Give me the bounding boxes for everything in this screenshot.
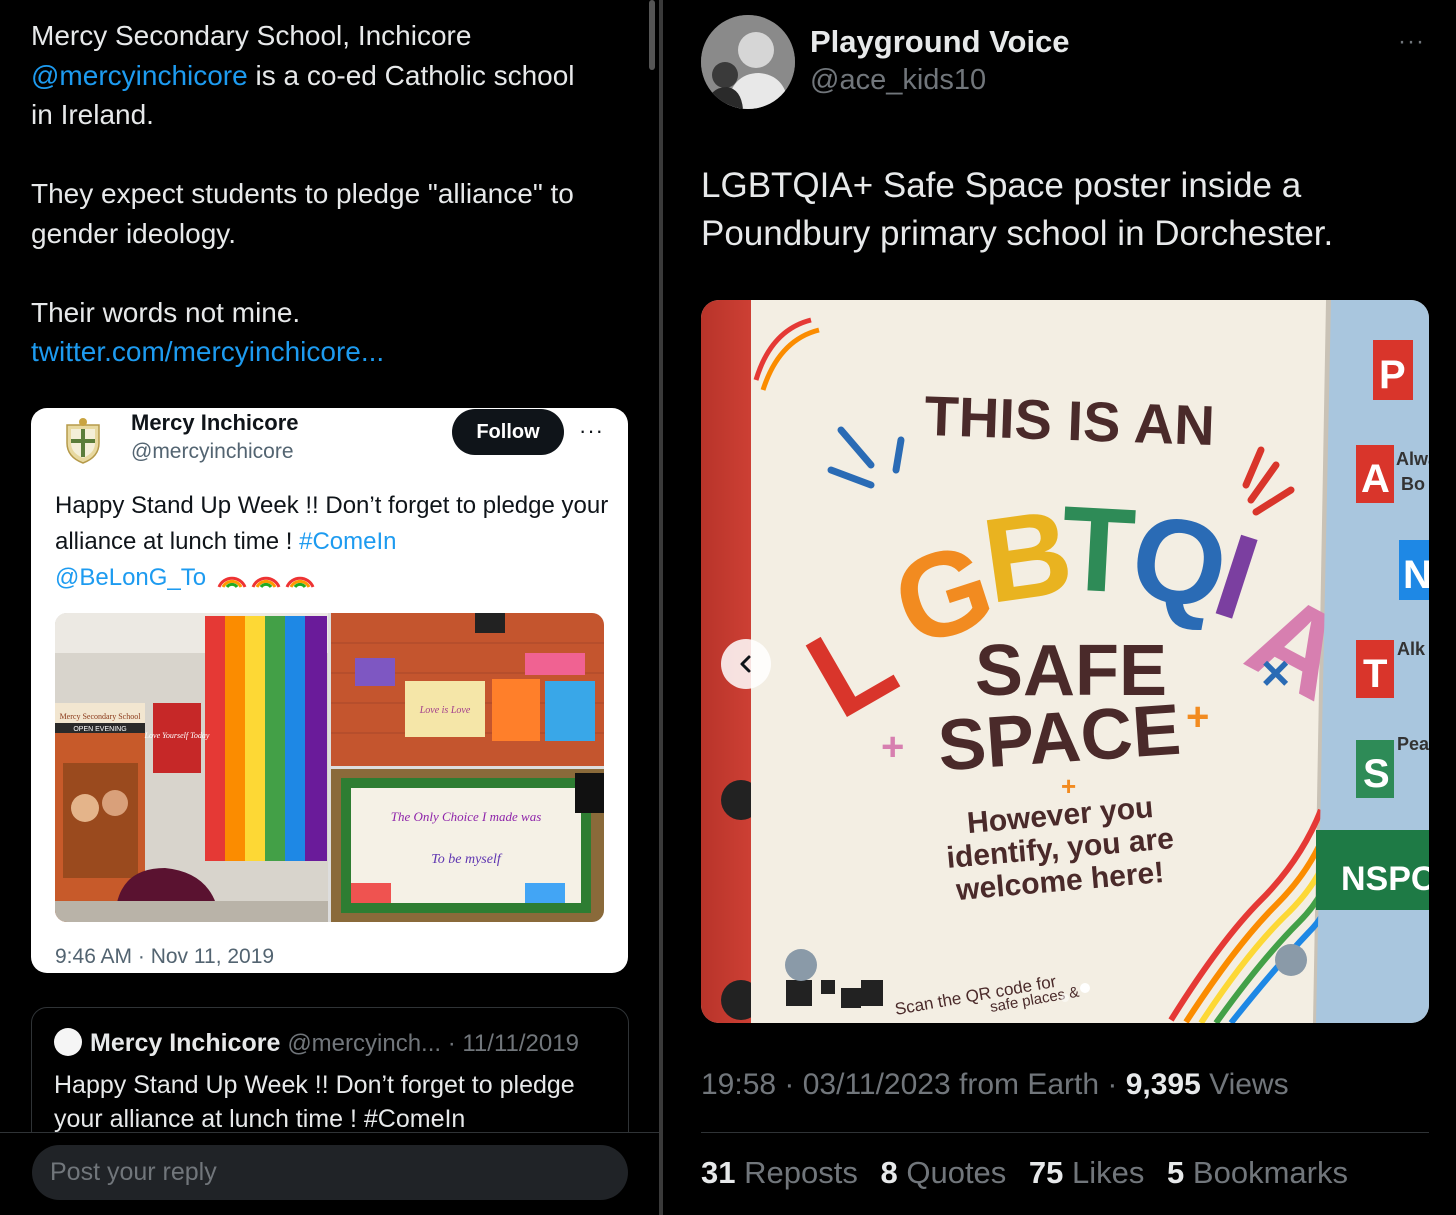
card-author-name[interactable]: Mercy Inchicore <box>131 410 299 436</box>
quoted-tweet-text: Happy Stand Up Week !! Don’t forget to p… <box>54 1071 575 1133</box>
quoted-tweet-header: Mercy Inchicore @mercyinch... · 11/11/20… <box>54 1028 579 1058</box>
banner-sub: OPEN EVENING <box>73 726 126 733</box>
quoted-avatar[interactable] <box>54 1028 82 1056</box>
side-letter-n: N <box>1403 553 1429 597</box>
tweet-meta: 19:58 · 03/11/2023 from Earth · 9,395 Vi… <box>701 1068 1289 1102</box>
author-handle[interactable]: @ace_kids10 <box>810 64 986 97</box>
poster-line1: THIS IS AN <box>923 384 1215 457</box>
left-panel: Mercy Secondary School, Inchicore @mercy… <box>0 0 660 1215</box>
banner-title: Mercy Secondary School <box>60 712 142 721</box>
side-letter-a: A <box>1361 457 1390 501</box>
nspcc-text: NSPC <box>1341 860 1429 898</box>
tweet-line: is a co-ed Catholic school <box>247 59 575 91</box>
love-sign: Love is Love <box>419 705 471 716</box>
views-count: 9,395 <box>1125 1068 1201 1101</box>
rainbow-icon <box>217 576 247 589</box>
svg-text:+: + <box>881 725 904 769</box>
svg-text:×: × <box>1261 645 1290 701</box>
engagement-stats: 31 Reposts 8 Quotes 75 Likes 5 Bookmarks <box>701 1155 1362 1191</box>
tweet-body: Mercy Secondary School, Inchicore @mercy… <box>31 16 631 372</box>
bookmarks-stat[interactable]: 5 Bookmarks <box>1167 1155 1348 1190</box>
tweet-line: Mercy Secondary School, Inchicore <box>31 20 472 51</box>
tweet-photo[interactable]: THIS IS AN L G B T Q I A × SAFE SPACE + … <box>701 300 1429 1023</box>
side-word: Alk <box>1397 639 1426 659</box>
reply-input[interactable]: Post your reply <box>32 1145 628 1200</box>
avatar[interactable] <box>701 15 795 109</box>
tweet-time[interactable]: 19:58 · 03/11/2023 from Earth · <box>701 1068 1126 1101</box>
more-options-icon[interactable]: ··· <box>1398 28 1425 56</box>
side-letter-p: P <box>1379 353 1406 397</box>
quoted-author-name[interactable]: Mercy Inchicore <box>90 1029 280 1057</box>
poster-space: SPACE <box>935 690 1183 787</box>
side-word: Always <box>1396 449 1429 469</box>
rainbow-icon <box>251 576 281 589</box>
views-label: Views <box>1200 1068 1289 1101</box>
tweet-paragraph: They expect students to pledge "alliance… <box>31 178 574 249</box>
board-line2: To be myself <box>431 852 503 867</box>
carousel-prev-button[interactable] <box>721 639 771 689</box>
mention-link[interactable]: @mercyinchicore <box>31 60 248 91</box>
svg-text:+: + <box>1061 771 1076 801</box>
separator <box>701 1132 1429 1133</box>
side-word: Bo <box>1401 474 1425 494</box>
tweet-paragraph: Their words not mine. <box>31 296 301 328</box>
embedded-tweet-card[interactable]: Mercy Inchicore @mercyinchicore Follow ·… <box>31 408 628 973</box>
rainbow-icon <box>285 576 315 589</box>
side-letter-s: S <box>1363 752 1390 796</box>
url-link[interactable]: twitter.com/mercyinchicore... <box>31 332 631 372</box>
right-panel: Playground Voice @ace_kids10 ··· LGBTQIA… <box>663 0 1456 1215</box>
scrollbar-thumb[interactable] <box>649 0 655 70</box>
more-options-icon[interactable]: ··· <box>579 418 604 444</box>
chevron-left-icon <box>740 655 751 673</box>
card-tweet-text: Happy Stand Up Week !! Don’t forget to p… <box>55 488 615 596</box>
poster-text: Love Yourself Today <box>144 731 210 740</box>
side-letter-t: T <box>1363 652 1387 696</box>
reposts-stat[interactable]: 31 Reposts <box>701 1155 858 1190</box>
quotes-stat[interactable]: 8 Quotes <box>880 1155 1006 1190</box>
board-line1: The Only Choice I made was <box>391 809 542 824</box>
likes-stat[interactable]: 75 Likes <box>1029 1155 1144 1190</box>
quoted-handle-date: @mercyinch... · 11/11/2019 <box>287 1030 579 1057</box>
school-crest-avatar[interactable] <box>63 417 103 465</box>
safe-space-poster-photo[interactable]: THIS IS AN L G B T Q I A × SAFE SPACE + … <box>701 300 1429 1023</box>
side-word: Pea <box>1397 734 1429 754</box>
author-name[interactable]: Playground Voice <box>810 24 1070 60</box>
tweet-line: in Ireland. <box>31 99 154 130</box>
follow-button[interactable]: Follow <box>452 409 564 455</box>
card-photo-grid[interactable]: Mercy Secondary School OPEN EVENING Love… <box>55 613 604 922</box>
hashtag-link[interactable]: #ComeIn <box>299 528 396 555</box>
card-timestamp[interactable]: 9:46 AM · Nov 11, 2019 <box>55 945 274 969</box>
svg-text:+: + <box>1186 695 1209 739</box>
mention-link[interactable]: @BeLonG_To <box>55 564 206 591</box>
school-photos[interactable]: Mercy Secondary School OPEN EVENING Love… <box>55 613 604 922</box>
card-author-handle[interactable]: @mercyinchicore <box>131 440 294 464</box>
tweet-text: LGBTQIA+ Safe Space poster inside a Poun… <box>701 166 1334 253</box>
